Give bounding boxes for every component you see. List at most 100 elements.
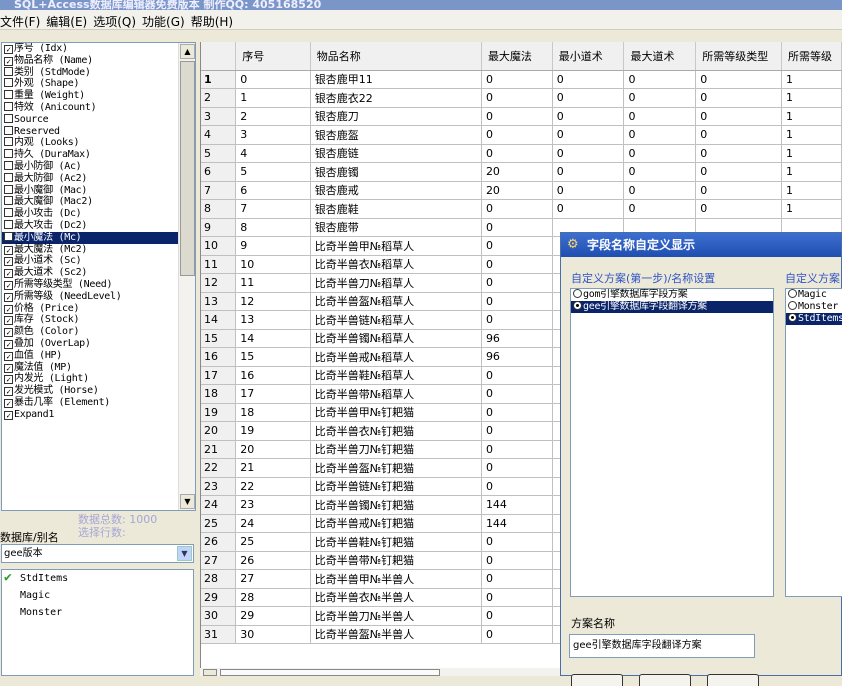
table-cell[interactable]: 28 xyxy=(235,588,311,607)
table-cell[interactable]: 0 xyxy=(552,70,625,89)
table-cell[interactable]: 2 xyxy=(235,107,311,126)
table-cell[interactable]: 0 xyxy=(481,88,553,108)
table-cell[interactable]: 1 xyxy=(781,199,842,219)
table-cell[interactable]: 比奇半兽盔№稻草人 xyxy=(310,292,482,311)
table-cell[interactable]: 比奇半兽刀№钉耙猫 xyxy=(310,440,482,459)
table-cell[interactable]: 20 xyxy=(235,440,311,459)
table-row[interactable]: 4 3 银杏鹿盔 0 0 0 0 1 xyxy=(201,125,842,145)
table-cell[interactable]: 20 xyxy=(481,181,553,200)
table-cell[interactable]: 比奇半兽镯№稻草人 xyxy=(310,329,482,348)
table-cell[interactable]: 0 xyxy=(481,255,553,274)
table-cell[interactable]: 比奇半兽镯№钉耙猫 xyxy=(310,495,482,515)
table-cell[interactable]: 12 xyxy=(235,292,311,311)
table-cell[interactable]: 0 xyxy=(481,107,553,126)
field-item[interactable]: 最小攻击 (Dc) xyxy=(2,208,179,220)
field-item[interactable]: ✓ 叠加 (OverLap) xyxy=(2,338,179,350)
table-cell[interactable]: 0 xyxy=(481,532,553,552)
checkbox[interactable] xyxy=(4,196,13,206)
table-row[interactable]: 7 6 银杏鹿戒 20 0 0 0 1 xyxy=(201,181,842,200)
checkbox[interactable]: ✓ xyxy=(4,351,13,361)
column-header[interactable]: 所需等级类型 xyxy=(695,42,783,71)
column-header[interactable]: 最小道术 xyxy=(552,42,625,71)
table-cell[interactable]: 24 xyxy=(235,514,311,533)
table-cell[interactable]: 0 xyxy=(481,218,553,237)
field-item[interactable]: ✓ 最大魔法 (Mc2) xyxy=(2,244,179,256)
checkbox[interactable]: ✓ xyxy=(4,269,13,279)
table-cell[interactable]: 0 xyxy=(552,125,625,145)
checkbox[interactable] xyxy=(4,172,13,182)
table-cell[interactable]: 比奇半兽盔№半兽人 xyxy=(310,625,482,644)
table-cell[interactable]: 0 xyxy=(481,310,553,330)
table-item[interactable]: Monster xyxy=(2,604,193,621)
checkbox[interactable]: ✓ xyxy=(4,280,13,290)
dialog-title-bar[interactable]: ⚙ 字段名称自定义显示 xyxy=(561,233,841,257)
table-cell[interactable]: 10 xyxy=(235,255,311,274)
checkbox[interactable] xyxy=(4,184,13,194)
table-cell[interactable]: 0 xyxy=(623,144,697,163)
checkbox[interactable] xyxy=(4,160,13,170)
checkbox[interactable]: ✓ xyxy=(4,410,13,420)
table-cell[interactable]: 30 xyxy=(235,625,311,644)
table-cell[interactable]: 银杏鹿甲11 xyxy=(310,70,482,89)
table-cell[interactable]: 银杏鹿戒 xyxy=(310,181,482,200)
menu-item[interactable]: 功能(G) xyxy=(142,10,189,30)
table-cell[interactable]: 比奇半兽戒№稻草人 xyxy=(310,347,482,367)
field-item[interactable]: ✓ 暴击几率 (Element) xyxy=(2,397,179,409)
table-cell[interactable]: 1 xyxy=(781,88,842,108)
grid-horizontal-scrollbar[interactable] xyxy=(200,668,560,676)
table-cell[interactable]: 0 xyxy=(695,162,783,182)
checkbox[interactable]: ✓ xyxy=(4,245,13,255)
table-cell[interactable]: 14 xyxy=(235,329,311,348)
table-cell[interactable]: 1 xyxy=(781,70,842,89)
table-cell[interactable]: 比奇半兽鞋№钉耙猫 xyxy=(310,532,482,552)
table-item[interactable]: ✔ StdItems xyxy=(2,570,193,587)
field-item[interactable]: 重量 (Weight) xyxy=(2,90,179,102)
checkbox[interactable] xyxy=(4,90,13,100)
table-cell[interactable]: 比奇半兽衣№稻草人 xyxy=(310,255,482,274)
table-cell[interactable]: 0 xyxy=(481,70,553,89)
table-cell[interactable]: 比奇半兽甲№半兽人 xyxy=(310,569,482,589)
menu-item[interactable]: 编辑(E) xyxy=(46,10,91,30)
table-cell[interactable]: 0 xyxy=(481,625,553,644)
table-cell[interactable]: 0 xyxy=(481,421,553,441)
table-cell[interactable]: 23 xyxy=(235,495,311,515)
table-item[interactable]: Magic xyxy=(2,587,193,604)
table-cell[interactable]: 比奇半兽链№钉耙猫 xyxy=(310,477,482,496)
field-item[interactable]: ✓ 发光模式 (Horse) xyxy=(2,385,179,397)
table-cell[interactable]: 0 xyxy=(695,181,783,200)
field-item[interactable]: 最小魔御 (Mac) xyxy=(2,184,179,197)
field-item[interactable]: 最小魔法 (Mc) xyxy=(2,231,179,244)
field-item[interactable]: 内观 (Looks) xyxy=(2,137,179,149)
field-item[interactable]: ✓ 所需等级类型 (Need) xyxy=(2,279,179,291)
column-header[interactable]: 最大魔法 xyxy=(481,42,553,71)
checkbox[interactable] xyxy=(4,208,13,218)
table-row[interactable]: 8 7 银杏鹿鞋 0 0 0 0 1 xyxy=(201,199,842,219)
field-item[interactable]: ✓ 物品名称 (Name) xyxy=(2,55,179,67)
chevron-down-icon[interactable]: ▼ xyxy=(177,546,192,561)
table-cell[interactable]: 0 xyxy=(623,107,697,126)
table-cell[interactable]: 0 xyxy=(481,125,553,145)
table-cell[interactable]: 22 xyxy=(235,477,311,496)
table-cell[interactable]: 比奇半兽刀№半兽人 xyxy=(310,606,482,626)
table-cell[interactable]: 144 xyxy=(481,495,553,515)
table-cell[interactable]: 0 xyxy=(695,70,783,89)
table-row[interactable]: 3 2 银杏鹿刀 0 0 0 0 1 xyxy=(201,107,842,126)
scheme-list[interactable]: gom引擎数据库字段方案 gee引擎数据库字段翻译方案 xyxy=(570,288,774,597)
table-cell[interactable]: 0 xyxy=(481,606,553,626)
table-cell[interactable]: 96 xyxy=(481,347,553,367)
scroll-down-icon[interactable]: ▼ xyxy=(180,494,195,509)
table-cell[interactable]: 0 xyxy=(623,162,697,182)
table-row[interactable]: 1 0 银杏鹿甲11 0 0 0 0 1 xyxy=(201,70,842,89)
field-item[interactable]: ✓ 血值 (HP) xyxy=(2,350,179,362)
table-cell[interactable]: 0 xyxy=(481,458,553,478)
checkbox[interactable] xyxy=(4,219,13,229)
table-cell[interactable]: 0 xyxy=(481,477,553,496)
field-item[interactable]: 特效 (Anicount) xyxy=(2,101,179,114)
checkbox[interactable] xyxy=(4,137,13,147)
field-list-scrollbar[interactable]: ▲ ▼ xyxy=(178,43,195,510)
table-cell[interactable]: 比奇半兽盔№钉耙猫 xyxy=(310,458,482,478)
field-item[interactable]: ✓ 内发光 (Light) xyxy=(2,373,179,385)
checkbox[interactable]: ✓ xyxy=(4,398,13,408)
table-cell[interactable]: 比奇半兽刀№稻草人 xyxy=(310,273,482,293)
table-cell[interactable]: 银杏鹿鞋 xyxy=(310,199,482,219)
